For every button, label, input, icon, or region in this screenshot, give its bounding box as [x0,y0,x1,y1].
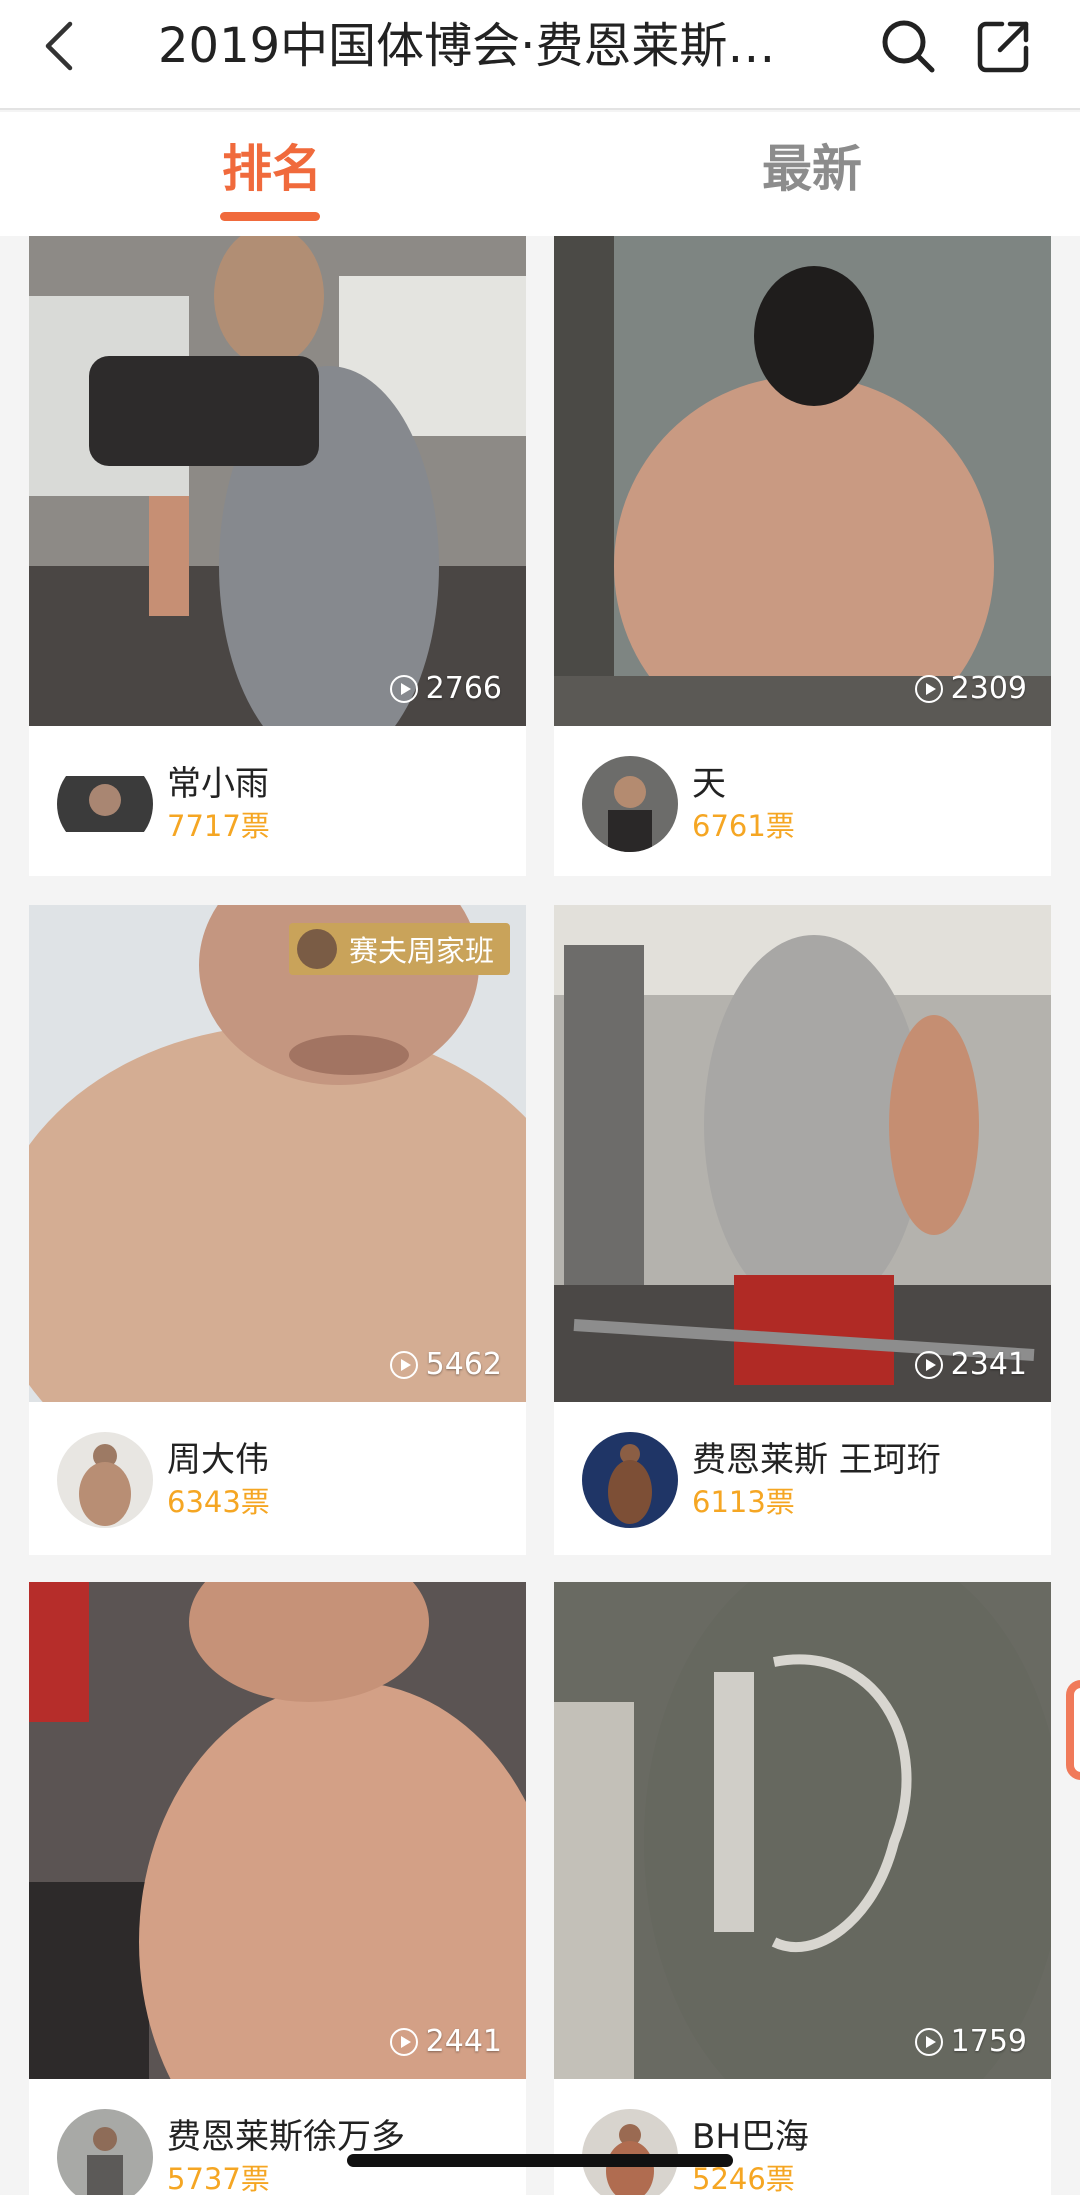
contestant-name: 天 [692,764,726,804]
back-icon[interactable] [40,18,80,74]
video-card[interactable]: 2309 天 6761票 [554,236,1051,876]
play-count: 2341 [914,1347,1027,1382]
share-icon[interactable] [976,18,1032,74]
avatar[interactable] [582,756,678,852]
card-info: 天 6761票 [554,726,1051,876]
card-info: 费恩莱斯 王珂珩 6113票 [554,1402,1051,1552]
search-icon[interactable] [880,18,936,74]
team-badge: 赛夫周家班 [288,923,510,975]
card-info: 费恩莱斯徐万多 5737票 [29,2079,526,2195]
play-count: 1759 [914,2024,1027,2059]
video-thumbnail[interactable]: 2766 [29,236,526,726]
tab-bar: 排名 最新 [0,112,1080,236]
play-count: 2441 [389,2024,502,2059]
play-icon [914,1350,943,1379]
avatar[interactable] [582,2109,678,2195]
video-thumbnail[interactable]: 2441 [29,1582,526,2079]
video-card[interactable]: 2341 费恩莱斯 王珂珩 6113票 [554,905,1051,1555]
contestant-name: 费恩莱斯 王珂珩 [692,1440,941,1480]
play-icon [914,2027,943,2056]
tab-latest[interactable]: 最新 [762,136,862,202]
video-card[interactable]: 2441 费恩莱斯徐万多 5737票 [29,1582,526,2195]
contestant-name: 周大伟 [167,1440,269,1480]
play-icon [389,1350,418,1379]
card-info: 周大伟 6343票 [29,1402,526,1552]
contestant-name: BH巴海 [692,2117,809,2157]
vote-count: 6761票 [692,809,795,843]
video-card[interactable]: 赛夫周家班 5462 周大伟 6343票 [29,905,526,1555]
avatar[interactable] [57,2109,153,2195]
contestant-name: 费恩莱斯徐万多 [167,2117,405,2157]
video-grid: 2766 常小雨 7717票 2309 天 6761票 赛夫周家班 5462 周… [0,236,1080,2195]
play-count: 2766 [389,671,502,706]
play-count: 5462 [389,1347,502,1382]
video-thumbnail[interactable]: 赛夫周家班 5462 [29,905,526,1402]
play-icon [389,2027,418,2056]
video-card[interactable]: 1759 BH巴海 5246票 [554,1582,1051,2195]
vote-count: 7717票 [167,809,270,843]
home-indicator [347,2154,733,2167]
play-icon [914,674,943,703]
video-thumbnail[interactable]: 2341 [554,905,1051,1402]
active-tab-indicator [220,212,320,221]
floating-action-button[interactable] [1066,1680,1080,1780]
avatar[interactable] [57,756,153,852]
nav-bar: 2019中国体博会·费恩莱斯… [0,0,1080,110]
vote-count: 6343票 [167,1485,270,1519]
vote-count: 6113票 [692,1485,795,1519]
vote-count: 5737票 [167,2162,270,2195]
avatar[interactable] [582,1432,678,1528]
play-icon [389,674,418,703]
play-count: 2309 [914,671,1027,706]
card-info: 常小雨 7717票 [29,726,526,876]
tab-ranking[interactable]: 排名 [222,136,322,202]
video-thumbnail[interactable]: 1759 [554,1582,1051,2079]
contestant-name: 常小雨 [167,764,269,804]
video-card[interactable]: 2766 常小雨 7717票 [29,236,526,876]
page-title: 2019中国体博会·费恩莱斯… [158,18,776,74]
video-thumbnail[interactable]: 2309 [554,236,1051,726]
card-info: BH巴海 5246票 [554,2079,1051,2195]
badge-avatar [296,929,337,969]
avatar[interactable] [57,1432,153,1528]
